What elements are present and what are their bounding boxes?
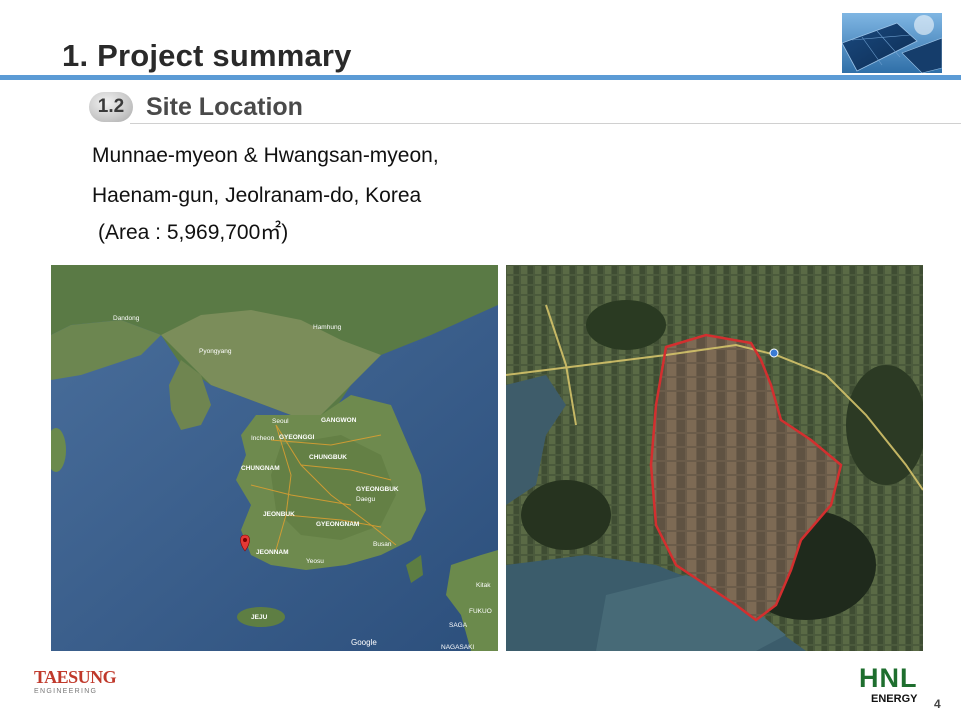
solar-panel-image <box>842 13 942 73</box>
label-dandong: Dandong <box>113 315 140 322</box>
label-nagasaki: NAGASAKI <box>441 644 474 651</box>
label-gyeonggi: GYEONGGI <box>279 434 315 441</box>
page-number: 4 <box>934 697 941 711</box>
section-title: Site Location <box>146 93 303 121</box>
google-attribution: Google <box>351 638 377 647</box>
label-chungbuk: CHUNGBUK <box>309 454 347 461</box>
label-busan: Busan <box>373 541 392 548</box>
label-kitak: Kitak <box>476 582 491 589</box>
label-gangwon: GANGWON <box>321 417 357 424</box>
section-divider <box>130 123 961 124</box>
label-seoul: Seoul <box>272 418 289 425</box>
label-pyongyang: Pyongyang <box>199 348 232 355</box>
label-yeosu: Yeosu <box>306 558 324 565</box>
label-jeonnam: JEONNAM <box>256 549 289 556</box>
hnl-energy-logo: HNL ENERGY <box>859 663 918 705</box>
label-hamhung: Hamhung <box>313 324 342 331</box>
page-title: 1. Project summary <box>62 38 352 73</box>
location-line-1: Munnae-myeon & Hwangsan-myeon, <box>92 144 439 167</box>
label-gyeongnam: GYEONGNAM <box>316 521 359 528</box>
label-gyeongbuk: GYEONGBUK <box>356 486 399 493</box>
location-area: (Area : 5,969,700㎡) <box>98 221 289 244</box>
title-underline <box>0 75 961 80</box>
location-line-2: Haenam-gun, Jeolranam-do, Korea <box>92 184 422 207</box>
label-jeonbuk: JEONBUK <box>263 511 295 518</box>
road-marker-icon <box>769 348 779 358</box>
label-incheon: Incheon <box>251 435 275 442</box>
label-jeju: JEJU <box>251 614 268 621</box>
label-chungnam: CHUNGNAM <box>241 465 280 472</box>
korea-overview-map: Dandong Pyongyang Hamhung Seoul Incheon … <box>51 265 498 651</box>
label-fukuoka: FUKUO <box>469 608 492 615</box>
taesung-logo: TAESUNG ENGINEERING <box>34 667 117 695</box>
site-satellite-map <box>506 265 923 651</box>
section-number-badge: 1.2 <box>89 92 133 122</box>
label-saga: SAGA <box>449 622 468 629</box>
label-daegu: Daegu <box>356 496 376 503</box>
